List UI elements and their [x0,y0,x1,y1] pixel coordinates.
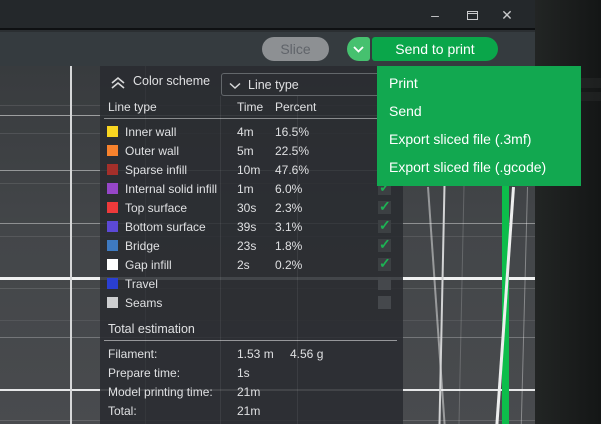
view-mode-dropdown[interactable]: Line type [221,73,381,96]
color-swatch [107,240,118,251]
line-type-row: Bottom surface 39s 3.1% [100,217,403,236]
maximize-icon [466,9,479,21]
line-type-row: Inner wall 4m 16.5% [100,122,403,141]
color-swatch [107,221,118,232]
totals-row: Filament: 1.53 m 4.56 g [100,344,403,363]
line-type-row: Seams [100,293,403,312]
color-swatch [107,164,118,175]
line-type-row: Top surface 30s 2.3% [100,198,403,217]
line-type-row: Sparse infill 10m 47.6% [100,160,403,179]
line-type-row: Gap infill 2s 0.2% [100,255,403,274]
panel-title: Color scheme [133,74,210,88]
desktop-background [535,0,601,424]
row-checkbox[interactable] [378,258,391,271]
line-type-row: Internal solid infill 1m 6.0% [100,179,403,198]
collapse-double-chevron-up-icon[interactable] [110,76,126,90]
totals-table: Filament: 1.53 m 4.56 g Prepare time: 1s… [100,344,403,420]
totals-row: Total: 21m [100,401,403,420]
chevron-down-icon [229,82,241,90]
app-screen: – ✕ Slice Send to print [0,0,601,424]
line-type-table: Inner wall 4m 16.5% Outer wall 5m 22.5% [100,122,403,312]
menu-item-send[interactable]: Send [377,97,581,125]
table-header: Line type Time Percent [100,100,403,116]
grid-line [70,66,72,424]
row-checkbox[interactable] [378,277,391,290]
toolbar: Slice Send to print [0,32,535,66]
row-checkbox[interactable] [378,201,391,214]
color-swatch [107,278,118,289]
close-button[interactable]: ✕ [490,0,524,30]
app-window: – ✕ Slice Send to print [0,0,535,424]
divider [104,118,397,119]
color-swatch [107,183,118,194]
row-checkbox[interactable] [378,296,391,309]
color-scheme-panel: Color scheme Line type Line type Time Pe… [100,66,403,424]
send-to-print-menu: Print Send Export sliced file (.3mf) Exp… [377,66,581,186]
chevron-down-icon [353,46,364,53]
color-swatch [107,297,118,308]
maximize-button[interactable] [455,0,489,30]
totals-row: Model printing time: 21m [100,382,403,401]
view-mode-value: Line type [248,78,299,92]
divider [104,340,397,341]
send-dropdown-button[interactable] [347,37,370,61]
minimize-button[interactable]: – [418,0,452,30]
totals-row: Prepare time: 1s [100,363,403,382]
line-type-row: Bridge 23s 1.8% [100,236,403,255]
menu-item-export-gcode[interactable]: Export sliced file (.gcode) [377,153,581,181]
menu-item-print[interactable]: Print [377,69,581,97]
titlebar[interactable]: – ✕ [0,0,535,30]
color-swatch [107,202,118,213]
send-to-print-button[interactable]: Send to print [372,37,498,61]
panel-header: Color scheme Line type [100,70,403,96]
color-swatch [107,145,118,156]
slice-button[interactable]: Slice [262,37,329,61]
totals-title: Total estimation [108,322,195,336]
row-checkbox[interactable] [378,220,391,233]
color-swatch [107,259,118,270]
menu-item-export-3mf[interactable]: Export sliced file (.3mf) [377,125,581,153]
line-type-row: Travel [100,274,403,293]
color-swatch [107,126,118,137]
row-checkbox[interactable] [378,239,391,252]
line-type-row: Outer wall 5m 22.5% [100,141,403,160]
